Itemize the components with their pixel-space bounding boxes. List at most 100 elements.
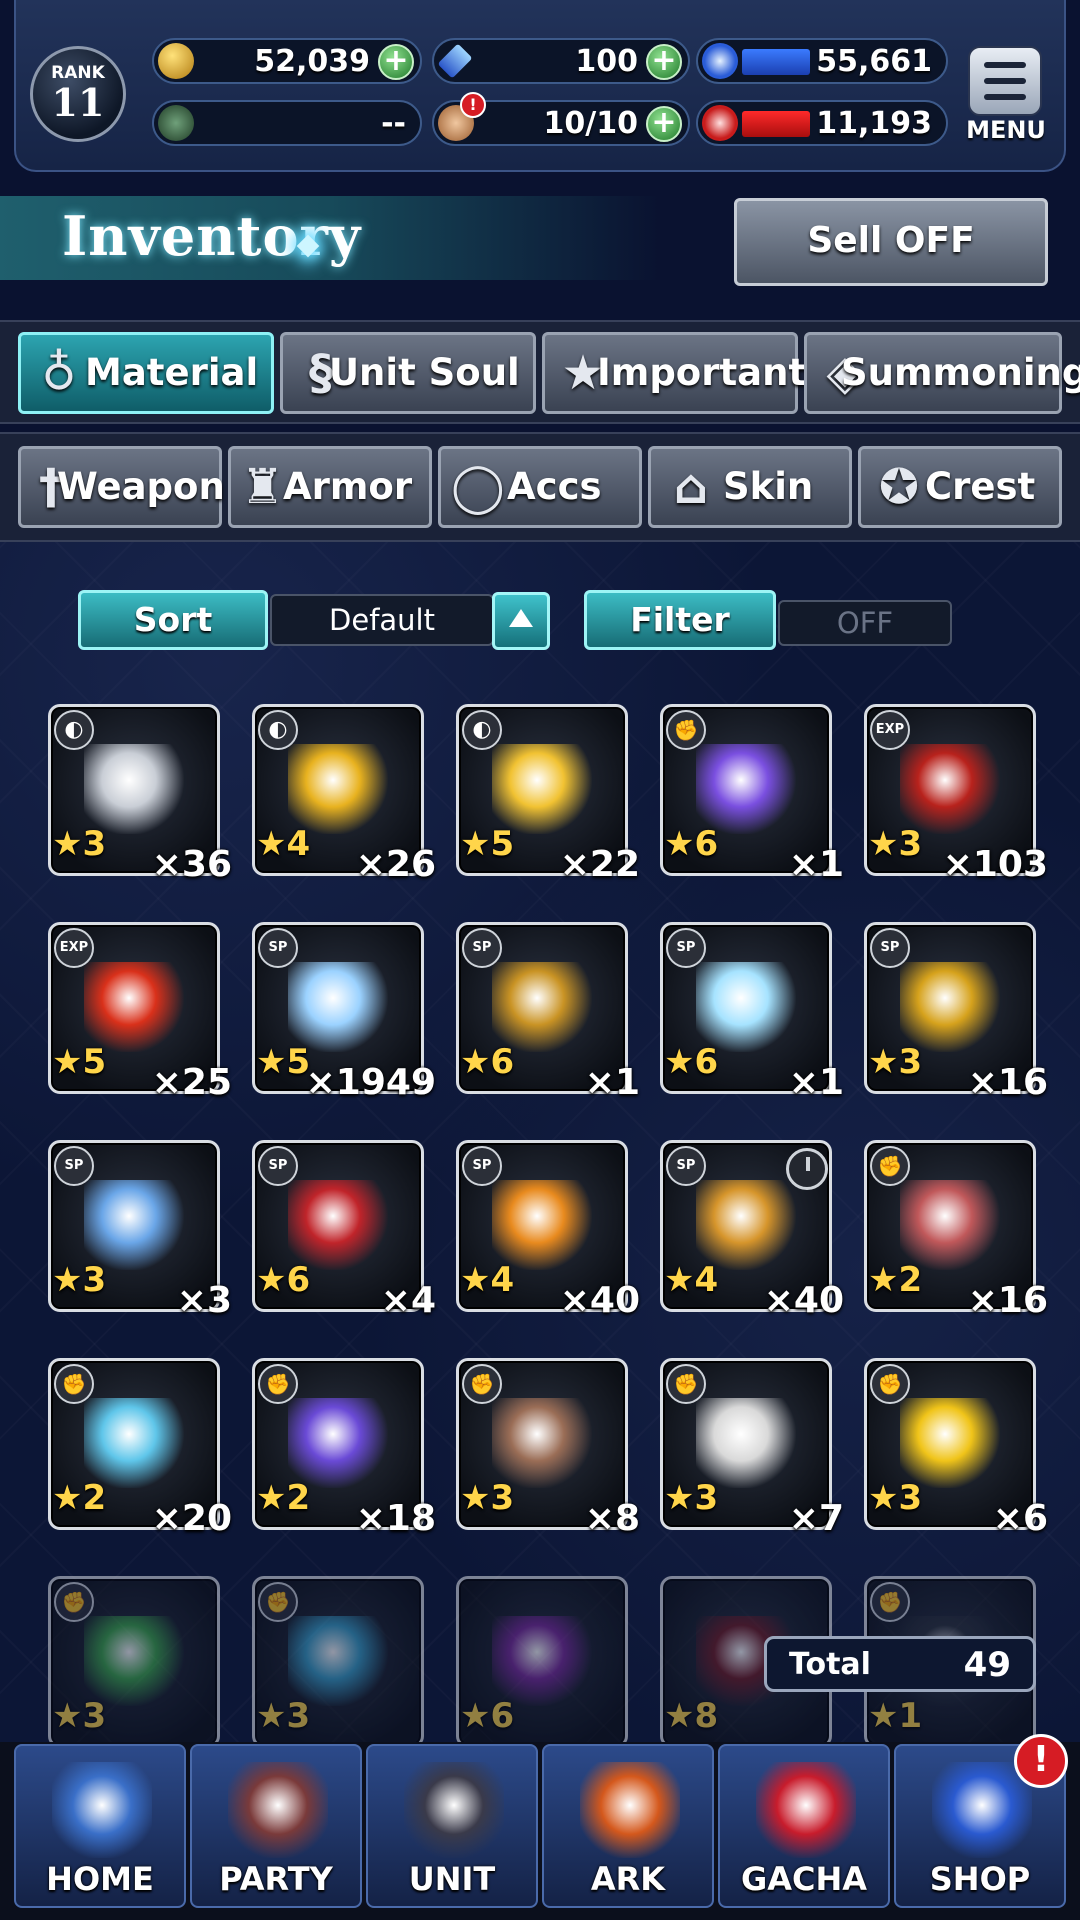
sell-toggle-button[interactable]: Sell OFF (734, 198, 1048, 286)
item-slot-wrapped-gem[interactable]: ✊ ★3 ×7 (660, 1358, 844, 1539)
exp-badge-icon: EXP (54, 928, 94, 968)
nav-gacha-icon (756, 1762, 856, 1858)
tab-summoning-label: Summoning (841, 351, 1080, 394)
blue-points-value: 55,661 (816, 44, 932, 79)
add-gold-button[interactable]: + (378, 44, 414, 80)
soul-mirror-icon (288, 962, 388, 1052)
menu-button[interactable] (968, 46, 1042, 116)
item-slot-purple-crystals[interactable]: ✊ ★2 ×18 (252, 1358, 436, 1539)
item-rarity: ★6 (664, 824, 719, 864)
item-rarity: ★3 (868, 1042, 923, 1082)
equipment-value: -- (381, 106, 406, 141)
add-crystal-button[interactable]: + (646, 44, 682, 80)
ore-badge-icon: ◐ (462, 710, 502, 750)
filter-value[interactable]: OFF (778, 600, 952, 646)
green-potion-icon (84, 1616, 184, 1706)
item-rarity: ★3 (256, 1696, 311, 1736)
red-ticket-icon (288, 1180, 388, 1270)
rank-badge[interactable]: RANK 11 (30, 46, 126, 142)
tab-skin[interactable]: ⌂ Skin (648, 446, 852, 528)
item-rarity: ★1 (868, 1696, 923, 1736)
nav-party-icon (228, 1762, 328, 1858)
nav-gacha-button[interactable]: GACHA (718, 1744, 890, 1908)
item-slot-red-exp-potion[interactable]: EXP ★3 ×103 (864, 704, 1048, 885)
item-rarity: ★4 (256, 824, 311, 864)
tab-important-label: Important (597, 351, 807, 394)
muscle-badge-icon: ✊ (462, 1364, 502, 1404)
tab-weapon[interactable]: † Weapon (18, 446, 225, 528)
filter-button[interactable]: Filter (584, 590, 776, 650)
sp-badge-icon: SP (258, 928, 298, 968)
tab-summoning[interactable]: ◈ Summoning (804, 332, 1080, 414)
item-rarity: ★5 (460, 824, 515, 864)
muscle-badge-icon: ✊ (666, 1364, 706, 1404)
item-slot-green-elixir-timed[interactable]: SP ★4 ×40 (660, 1140, 844, 1321)
tab-crest-label: Crest (925, 465, 1036, 508)
item-slot-red-ticket[interactable]: SP ★6 ×4 (252, 1140, 436, 1321)
item-slot-gold-ingot[interactable]: ◐ ★4 ×26 (252, 704, 436, 885)
tab-armor[interactable]: ♜ Armor (228, 446, 432, 528)
item-slot-silver-ingot[interactable]: ◐ ★3 ×36 (48, 704, 232, 885)
item-slot-curled-horn[interactable]: ✊ ★3 ×8 (456, 1358, 640, 1539)
gold-ingot-pile-icon (492, 744, 592, 834)
item-rarity: ★2 (868, 1260, 923, 1300)
item-slot-nebula-orb[interactable]: ★6 (456, 1576, 628, 1748)
ore-badge-icon: ◐ (258, 710, 298, 750)
green-elixir-timed-icon (696, 1180, 796, 1270)
muscle-badge-icon: ✊ (54, 1364, 94, 1404)
item-count: ×6 (992, 1498, 1048, 1539)
add-stamina-button[interactable]: + (646, 106, 682, 142)
gold-ticket-icon (900, 962, 1000, 1052)
nav-unit-button[interactable]: UNIT (366, 1744, 538, 1908)
orange-elixir-icon (492, 1180, 592, 1270)
wrapped-gem-icon (696, 1398, 796, 1488)
item-slot-golden-relic[interactable]: SP ★6 ×1 (456, 922, 640, 1103)
item-slot-soul-mirror[interactable]: SP ★5 ×1949 (252, 922, 436, 1103)
sort-order-button[interactable] (492, 592, 550, 650)
status-header (14, 0, 1066, 172)
ring-icon: ◯ (451, 459, 505, 515)
tab-unit-soul[interactable]: § Unit Soul (280, 332, 536, 414)
item-rarity: ★4 (460, 1260, 515, 1300)
nav-home-button[interactable]: HOME (14, 1744, 186, 1908)
item-rarity: ★6 (460, 1042, 515, 1082)
blue-orb-icon (702, 43, 738, 79)
tab-unit-soul-label: Unit Soul (329, 351, 520, 394)
item-slot-gold-ingot-pile[interactable]: ◐ ★5 ×22 (456, 704, 640, 885)
item-slot-blue-potion[interactable]: ✊ ★2 ×20 (48, 1358, 232, 1539)
nav-party-button[interactable]: PARTY (190, 1744, 362, 1908)
tab-crest[interactable]: ✪ Crest (858, 446, 1062, 528)
crystal-icon (437, 43, 473, 79)
meat-chunk-icon (900, 1180, 1000, 1270)
stamina-value: 10/10 (543, 106, 638, 141)
item-rarity: ★3 (52, 1260, 107, 1300)
nav-ark-button[interactable]: ARK (542, 1744, 714, 1908)
nav-label: HOME (46, 1860, 154, 1898)
item-slot-prism-crystal[interactable]: SP ★6 ×1 (660, 922, 844, 1103)
item-count: ×1 (788, 1062, 844, 1103)
stamina-alert-icon: ! (460, 92, 486, 118)
item-slot-green-potion[interactable]: ✊ ★3 (48, 1576, 220, 1748)
item-count: ×7 (788, 1498, 844, 1539)
tab-important[interactable]: ★ Important (542, 332, 806, 414)
sort-button[interactable]: Sort (78, 590, 268, 650)
item-slot-meat-chunk[interactable]: ✊ ★2 ×16 (864, 1140, 1048, 1321)
blue-points-counter: 55,661 (696, 38, 948, 84)
item-slot-silver-ticket[interactable]: SP ★3 ×3 (48, 1140, 232, 1321)
muscle-badge-icon: ✊ (870, 1146, 910, 1186)
item-slot-blue-bone[interactable]: ✊ ★3 (252, 1576, 424, 1748)
item-slot-orange-elixir[interactable]: SP ★4 ×40 (456, 1140, 640, 1321)
item-count: ×36 (151, 844, 232, 885)
tab-material[interactable]: ♁ Material (18, 332, 274, 414)
blue-bone-icon (288, 1616, 388, 1706)
clock-icon (786, 1148, 828, 1190)
sort-value[interactable]: Default (270, 594, 494, 646)
item-rarity: ★2 (256, 1478, 311, 1518)
item-slot-golden-apple[interactable]: ✊ ★3 ×6 (864, 1358, 1048, 1539)
item-rarity: ★3 (52, 1696, 107, 1736)
tab-accs[interactable]: ◯ Accs (438, 446, 642, 528)
item-slot-flaming-exp-potion[interactable]: EXP ★5 ×25 (48, 922, 232, 1103)
item-slot-rainbow-orb[interactable]: ✊ ★6 ×1 (660, 704, 844, 885)
item-slot-gold-ticket[interactable]: SP ★3 ×16 (864, 922, 1048, 1103)
tab-armor-label: Armor (283, 465, 413, 508)
